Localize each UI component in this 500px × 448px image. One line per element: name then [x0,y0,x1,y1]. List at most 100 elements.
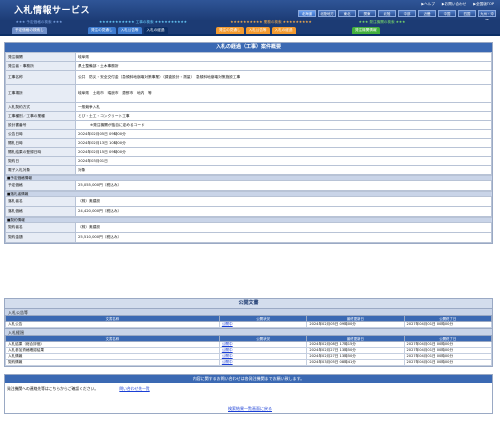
detail-value: ※発注機関が独自に定めるコード [75,120,492,130]
nav-group-construction: ★★★★★★★★★★★ 工事の検索 ★★★★★★★★★★ 発注の見通し 入札公告… [88,20,198,36]
detail-row: 開札日時 2024年02月13日 10時00分 [5,138,492,148]
detail-value: 岐阜県 土岐市 瑞浪市 恵那市 地内 等 [75,84,492,103]
detail-value: 25,055,000円（税込み） [75,180,492,191]
detail-key: 発注機関 [5,52,76,62]
nav-group-title: ★★★★★★★★★★★ 工事の検索 ★★★★★★★★★★ [99,20,187,24]
tab-service-outlook[interactable]: 発注の見通し [216,27,244,34]
region-tab[interactable]: 北海道 [298,10,316,17]
region-tab[interactable]: 中国 [438,10,456,17]
region-tab[interactable]: 中部 [398,10,416,17]
detail-row: 工事名称 公共 防災・安全交付金（急傾斜地崩壊対策事業）（調査設計・測量） 急傾斜… [5,70,492,85]
detail-value: 2024年02月05日 09時00分 [75,129,492,139]
detail-key: 落札者名 [5,196,76,207]
detail-value: 県土整備部・土木事務所 [75,61,492,71]
tab-construction-notice[interactable]: 入札公告等 [117,27,142,34]
doc-state: 公開中 [218,359,308,366]
region-tab[interactable]: 関東 [358,10,376,17]
tab-service-notice[interactable]: 入札公告等 [245,27,270,34]
detail-key: 予定価格 [5,180,76,191]
detail-value: 公共 防災・安全交付金（急傾斜地崩壊対策事業）（調査設計・測量） 急傾斜地崩壊対… [75,70,492,85]
detail-key: 工事種別／工事の業種 [5,111,76,121]
back-to-results-link[interactable]: 検索結果一覧画面に戻る [228,406,272,411]
region-tab[interactable]: 北陸 [378,10,396,17]
detail-value: （株）奥建設 [75,196,492,207]
nav-group-agency: ★★★ 発注機関の検索 ★★★ 発注機関情報 [352,20,412,36]
detail-value: とび・土工・コンクリート工事 [75,111,492,121]
doc-open-link[interactable]: 公開中 [222,343,233,347]
detail-key: 発注者・事務所 [5,61,76,71]
nav-group-price: ★★★ 予定価格の検索 ★★★ 予定価格の検索し [12,20,66,36]
region-tab[interactable]: 九州・沖縄 [478,10,496,23]
tab-construction-outlook[interactable]: 発注の見通し [88,27,116,34]
detail-key: 契約金額 [5,232,76,243]
inquiry-text: 発注機関への連絡先等はこちらからご確認ください。 [7,386,99,391]
nav-group-title: ★★★★★★★★★★ 業務の検索 ★★★★★★★★★ [230,20,312,24]
detail-key: 設計書番号 [5,120,76,130]
section-table: 予定価格 25,055,000円（税込み） [5,180,492,191]
detail-key: 開札結果の登録日時 [5,147,76,157]
detail-value: （株）奥建設 [75,222,492,233]
contact-link[interactable]: ▶お問い合わせ [442,2,466,7]
detail-row: 落札者名 （株）奥建設 [5,196,492,207]
detail-value: 2024年02月13日 10時00分 [75,138,492,148]
nav-group-title: ★★★ 発注機関の検索 ★★★ [358,20,406,24]
detail-key: 工事名称 [5,70,76,85]
documents-title: 公開文書 [5,299,492,308]
inquiry-bar: 内容に関するお問い合わせは各発注機関までお願い致します。 [5,375,492,383]
detail-key: 落札価格 [5,206,76,217]
detail-note: ※発注機関が独自に定めるコード [90,122,145,127]
detail-key: 公告日時 [5,129,76,139]
nav-group-service: ★★★★★★★★★★ 業務の検索 ★★★★★★★★★ 発注の見通し 入札公告等 … [216,20,326,36]
detail-value: 25,510,000円（税込み） [75,232,492,243]
doc-open-link[interactable]: 公開中 [222,349,233,353]
detail-value: 24,420,000円（税込み） [75,206,492,217]
detail-panel: 入札の経過（工事）案件概要 発注機関 岐阜県 発注者・事務所 県土整備部・土木事務所工… [4,42,493,244]
header-links: ▶ヘルプ ▶お問い合わせ ▶全国版TOP [421,2,494,7]
detail-value: 2024年02月15日 09時00分 [75,147,492,157]
detail-value: 一般競争入札 [75,102,492,112]
detail-row: 発注機関 岐阜県 [5,52,492,62]
region-tab[interactable]: 東北 [338,10,356,17]
region-tabs: 北海道北陸地方東北関東北陸中部近畿中国四国九州・沖縄 [298,10,496,23]
national-top-link[interactable]: ▶全国版TOP [473,2,494,7]
detail-row: 工事場所 岐阜県 土岐市 瑞浪市 恵那市 地内 等 [5,84,492,103]
detail-key: 契約者名 [5,222,76,233]
doc-group-title: 入札経過 [5,328,492,335]
doc-updated: 2024年02月05日 09時00分 [306,321,405,328]
section-table: 契約者名 （株）奥建設 契約金額 25,510,000円（税込み） [5,222,492,243]
detail-row: 電子入札対象 対象 [5,165,492,175]
region-tab[interactable]: 北陸地方 [318,10,336,17]
detail-row: 工事種別／工事の業種 とび・土工・コンクリート工事 [5,111,492,121]
detail-row: 開札結果の登録日時 2024年02月15日 09時00分 [5,147,492,157]
documents-panel: 公開文書 入札公告等 文書名称 公開状況 最終更新日 公開終了日 入札公告 公開中 2024年… [4,298,493,367]
doc-name: 契約情報 [5,359,220,366]
doc-open-link[interactable]: 公開中 [222,355,233,359]
tab-price-search[interactable]: 予定価格の検索し [12,27,47,34]
detail-row: 発注者・事務所 県土整備部・土木事務所 [5,61,492,71]
tab-agency-info[interactable]: 発注機関情報 [352,27,380,34]
detail-row: 契約日 2024年03月01日 [5,156,492,166]
doc-open-link[interactable]: 公開中 [222,361,233,365]
doc-row: 契約情報 公開中 2024年03月05日 08時41分 2027年04月01日 00時… [5,359,492,366]
detail-key: 入札契約方式 [5,102,76,112]
detail-key: 契約日 [5,156,76,166]
detail-row: 設計書番号 ※発注機関が独自に定めるコード [5,120,492,130]
detail-row: 公告日時 2024年02月05日 09時00分 [5,129,492,139]
doc-updated: 2024年03月05日 08時41分 [306,359,405,366]
detail-value: 対象 [75,165,492,175]
help-link[interactable]: ▶ヘルプ [421,2,435,7]
doc-table: 文書名称 公開状況 最終更新日 公開終了日 入札結果（総合評価） 公開中 2024年02月0… [5,335,492,366]
doc-name: 入札公告 [5,321,220,328]
tab-service-progress[interactable]: 入札の経過 [271,27,296,34]
detail-row: 契約者名 （株）奥建設 [5,222,492,233]
detail-row: 予定価格 25,055,000円（税込み） [5,180,492,191]
site-title: 入札情報サービス [14,6,91,16]
doc-open-link[interactable]: 公開中 [222,323,233,327]
detail-row: 入札契約方式 一般競争入札 [5,102,492,112]
inquiry-list-link[interactable]: 問い合わせ先一覧 [119,386,149,391]
region-tab[interactable]: 四国 [458,10,476,17]
tab-construction-progress[interactable]: 入札の経過 [143,27,168,34]
header-bar: 入札情報サービス ▶ヘルプ ▶お問い合わせ ▶全国版TOP 北海道 北陸地方 東北関… [0,0,500,23]
detail-key: 工事場所 [5,84,76,103]
region-tab[interactable]: 近畿 [418,10,436,17]
